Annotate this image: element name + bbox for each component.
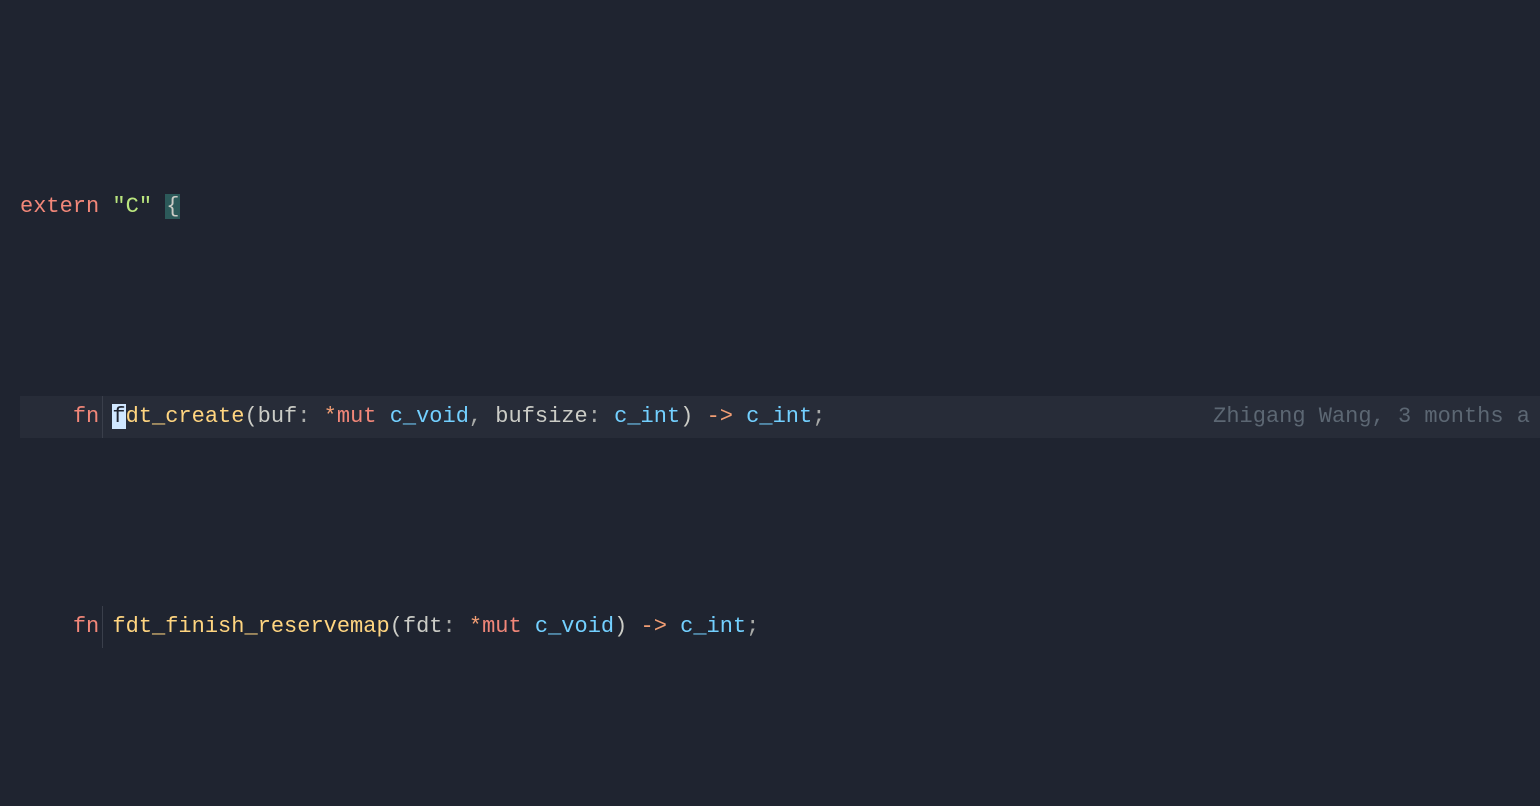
text-cursor: f [112, 404, 125, 429]
open-brace: { [165, 194, 180, 219]
git-blame-annotation: Zhigang Wang, 3 months a [1213, 396, 1530, 438]
args: (buf: *mut c_void, bufsize: c_int) -> c_… [244, 404, 825, 429]
args: (fdt: *mut c_void) -> c_int; [390, 614, 760, 639]
keyword-extern: extern [20, 194, 99, 219]
function-name: fdt_create [112, 404, 244, 429]
code-line: fn fdt_finish_reservemap(fdt: *mut c_voi… [20, 606, 1540, 648]
code-line-current: fn fdt_create(buf: *mut c_void, bufsize:… [20, 396, 1540, 438]
indent-guide [102, 396, 103, 438]
function-name: fdt_finish_reservemap [112, 614, 389, 639]
indent-guide [102, 606, 103, 648]
code-editor[interactable]: extern "C" { fn fdt_create(buf: *mut c_v… [0, 0, 1540, 806]
string-literal: "C" [112, 194, 152, 219]
keyword-fn: fn [73, 614, 99, 639]
code-line: extern "C" { [20, 186, 1540, 228]
keyword-fn: fn [73, 404, 99, 429]
